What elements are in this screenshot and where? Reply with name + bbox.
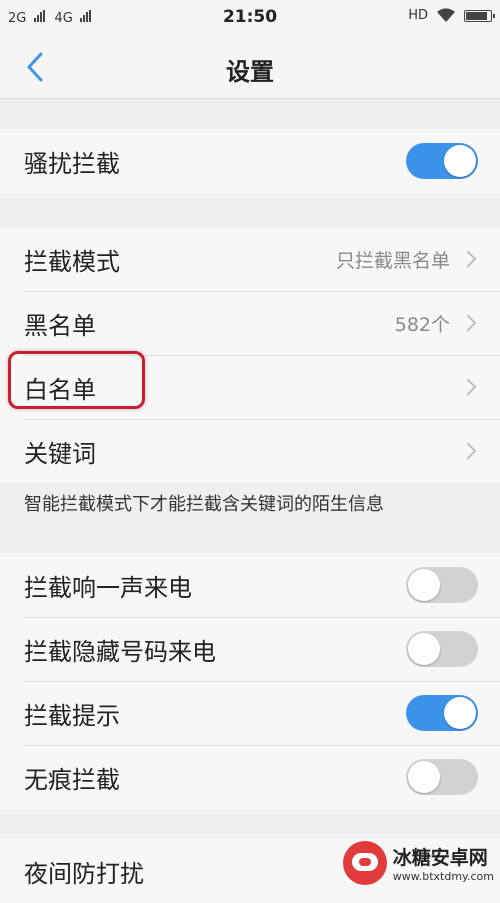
intercept-mode-row[interactable]: 拦截模式 只拦截黑名单 <box>0 227 500 291</box>
row-label: 拦截模式 <box>24 247 120 276</box>
chevron-right-icon <box>459 442 477 460</box>
watermark: 冰糖安卓网 www.btxtdmy.com <box>342 841 494 885</box>
row-label: 关键词 <box>24 439 96 468</box>
battery-icon <box>464 9 495 22</box>
row-label: 无痕拦截 <box>24 765 120 794</box>
chevron-right-icon <box>459 250 477 268</box>
row-label: 拦截隐藏号码来电 <box>24 637 216 666</box>
watermark-url: www.btxtdmy.com <box>392 870 494 883</box>
harassment-section: 骚扰拦截 <box>0 129 500 193</box>
intercept-mode-value: 只拦截黑名单 <box>335 249 450 272</box>
block-one-ring-toggle[interactable] <box>406 567 478 603</box>
wifi-icon <box>437 8 455 22</box>
status-right: HD <box>408 8 495 23</box>
row-label: 骚扰拦截 <box>24 149 120 178</box>
page-title: 设置 <box>226 58 274 86</box>
toggles-section: 拦截响一声来电 拦截隐藏号码来电 拦截提示 无痕拦截 <box>0 553 500 809</box>
block-one-ring-row: 拦截响一声来电 <box>0 553 500 617</box>
keyword-note: 智能拦截模式下才能拦截含关键词的陌生信息 <box>0 483 500 553</box>
whitelist-row[interactable]: 白名单 <box>0 355 500 419</box>
blacklist-row[interactable]: 黑名单 582个 <box>0 291 500 355</box>
chevron-right-icon <box>459 314 477 332</box>
chevron-right-icon <box>459 378 477 396</box>
row-label: 黑名单 <box>24 311 96 340</box>
watermark-logo-icon <box>342 841 387 885</box>
row-label: 拦截提示 <box>24 701 120 730</box>
hd-label: HD <box>408 8 428 23</box>
harassment-intercept-toggle[interactable] <box>406 143 478 179</box>
block-hidden-number-toggle[interactable] <box>406 631 478 667</box>
blacklist-count: 582个 <box>394 313 450 336</box>
lists-section: 拦截模式 只拦截黑名单 黑名单 582个 白名单 关键词 <box>0 227 500 483</box>
harassment-intercept-row: 骚扰拦截 <box>0 129 500 193</box>
status-bar: 2G 4G 21:50 HD <box>0 0 500 36</box>
traceless-intercept-toggle[interactable] <box>406 759 478 795</box>
row-label: 夜间防打扰 <box>24 859 144 888</box>
block-hidden-number-row: 拦截隐藏号码来电 <box>0 617 500 681</box>
row-label: 拦截响一声来电 <box>24 573 192 602</box>
watermark-title: 冰糖安卓网 <box>392 847 488 869</box>
intercept-notice-row: 拦截提示 <box>0 681 500 745</box>
header: 设置 <box>0 36 500 99</box>
keywords-row[interactable]: 关键词 <box>0 419 500 483</box>
row-label: 白名单 <box>24 375 96 404</box>
intercept-notice-toggle[interactable] <box>406 695 478 731</box>
traceless-intercept-row: 无痕拦截 <box>0 745 500 809</box>
